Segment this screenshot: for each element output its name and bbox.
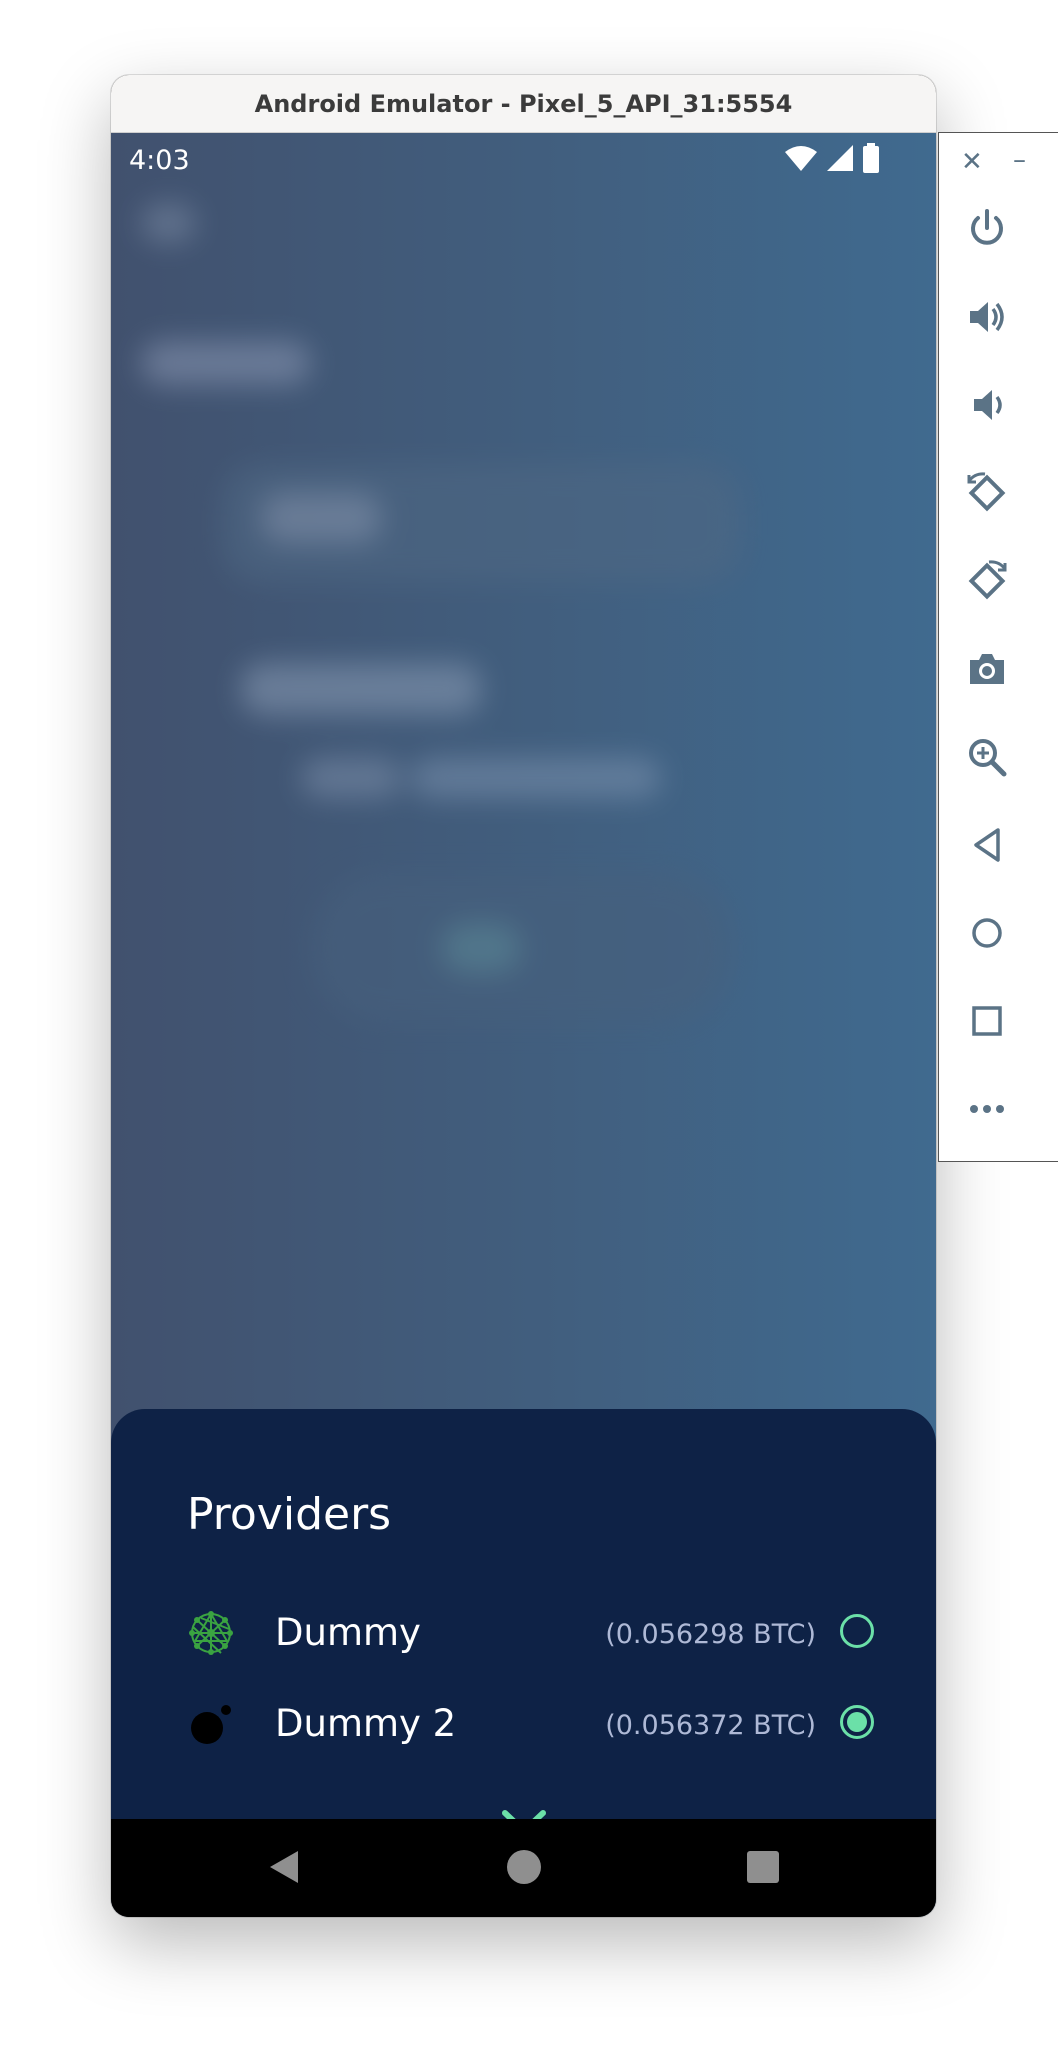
rotate-right-icon[interactable] <box>963 557 1011 605</box>
status-time: 4:03 <box>129 145 190 176</box>
home-icon[interactable] <box>504 1847 544 1887</box>
back-icon[interactable] <box>264 1847 304 1887</box>
provider-amount: (0.056372 BTC) <box>605 1710 816 1741</box>
toolbar-controls: ✕ – <box>939 143 1058 183</box>
back-icon[interactable] <box>963 821 1011 869</box>
more-icon[interactable] <box>963 1085 1011 1133</box>
provider-radio[interactable] <box>840 1614 874 1648</box>
overview-icon[interactable] <box>963 997 1011 1045</box>
sheet-title: Providers <box>187 1489 392 1540</box>
provider-radio[interactable] <box>840 1705 874 1739</box>
device-screen: 4:03 Providers Dummy (0.056298 BTC) Dumm… <box>111 133 936 1917</box>
bomb-dot-icon <box>187 1700 235 1748</box>
camera-icon[interactable] <box>963 645 1011 693</box>
battery-icon <box>862 143 880 177</box>
close-icon[interactable]: ✕ <box>961 147 983 177</box>
provider-amount: (0.056298 BTC) <box>605 1619 816 1650</box>
provider-row-dummy-2[interactable]: Dummy 2 (0.056372 BTC) <box>111 1690 936 1760</box>
providers-sheet: Providers Dummy (0.056298 BTC) Dummy 2 (… <box>111 1409 936 1834</box>
home-icon[interactable] <box>963 909 1011 957</box>
volume-down-icon[interactable] <box>963 381 1011 429</box>
minimize-icon[interactable]: – <box>1013 145 1026 175</box>
status-icons <box>784 143 880 177</box>
recents-icon[interactable] <box>743 1847 783 1887</box>
provider-row-dummy[interactable]: Dummy (0.056298 BTC) <box>111 1599 936 1669</box>
volume-up-icon[interactable] <box>963 293 1011 341</box>
power-icon[interactable] <box>963 205 1011 253</box>
android-nav-bar <box>111 1819 936 1917</box>
emulator-toolbar: ✕ – <box>938 132 1058 1162</box>
emulator-window: Android Emulator - Pixel_5_API_31:5554 4… <box>111 75 936 1917</box>
wifi-icon <box>784 144 818 176</box>
rotate-left-icon[interactable] <box>963 469 1011 517</box>
signal-icon <box>826 144 854 176</box>
blurred-background <box>111 133 936 1313</box>
provider-name: Dummy 2 <box>275 1702 457 1745</box>
status-bar: 4:03 <box>111 133 936 193</box>
network-globe-icon <box>187 1609 235 1657</box>
window-title: Android Emulator - Pixel_5_API_31:5554 <box>111 75 936 133</box>
zoom-icon[interactable] <box>963 733 1011 781</box>
provider-name: Dummy <box>275 1611 421 1654</box>
